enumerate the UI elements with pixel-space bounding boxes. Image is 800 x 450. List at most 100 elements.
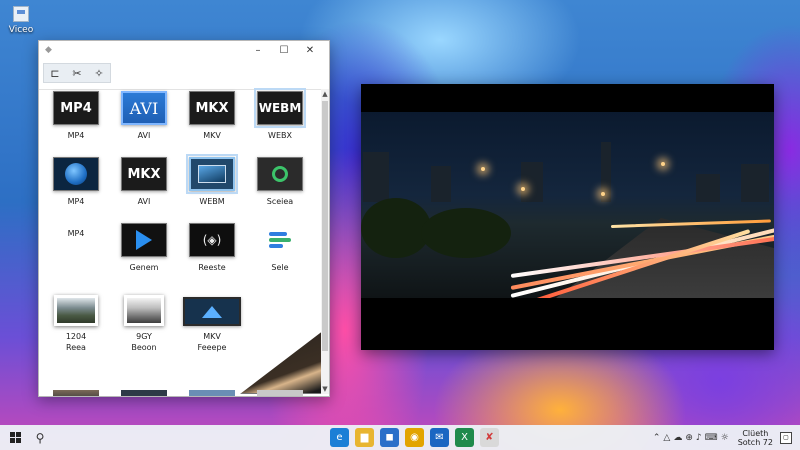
format-caption: Genem bbox=[129, 263, 159, 272]
magic-icon[interactable]: ✧ bbox=[88, 64, 110, 82]
video-editor-icon[interactable]: ✘ bbox=[480, 428, 499, 447]
partial-thumb bbox=[257, 390, 303, 396]
building bbox=[363, 152, 389, 202]
format-caption: Sceiea bbox=[266, 197, 294, 206]
globe-thumb-icon bbox=[53, 157, 99, 191]
photo-thumb-icon bbox=[54, 295, 98, 326]
partial-row bbox=[53, 390, 303, 396]
cloud-icon[interactable]: ☁ bbox=[673, 433, 682, 443]
format-caption: MKV bbox=[203, 131, 221, 140]
building bbox=[521, 162, 543, 202]
stack-thumb-icon bbox=[257, 223, 303, 257]
close-button[interactable]: ✕ bbox=[297, 41, 323, 59]
format-caption: WEBM bbox=[199, 197, 225, 206]
edge-icon[interactable]: e bbox=[330, 428, 349, 447]
format-gallery-window: ◆ – ☐ ✕ ⊏ ✂ ✧ MP4 MP4 AVI AVI MKX MKV WE… bbox=[38, 40, 330, 397]
scrollbar-thumb[interactable] bbox=[322, 101, 328, 351]
monitor-thumb-icon bbox=[186, 154, 238, 194]
format-item[interactable]: MP4 bbox=[45, 155, 107, 221]
format-thumb: MKX bbox=[121, 157, 167, 191]
format-caption: 9GY Beoon bbox=[131, 332, 157, 352]
show-hidden-icons-icon[interactable]: ⌃ bbox=[653, 433, 661, 443]
building bbox=[431, 166, 451, 202]
format-item[interactable]: Sceiea bbox=[249, 155, 311, 221]
street-lamp bbox=[661, 162, 665, 166]
window-toolbar: ⊏ ✂ ✧ bbox=[39, 61, 329, 85]
start-button[interactable] bbox=[0, 425, 30, 450]
street-lamp bbox=[521, 187, 525, 191]
gallery-scrollbar[interactable]: ▲ ▼ bbox=[321, 89, 329, 394]
mail-icon[interactable]: ✉ bbox=[430, 428, 449, 447]
chrome-icon[interactable]: ◉ bbox=[405, 428, 424, 447]
store-icon[interactable]: ◼ bbox=[380, 428, 399, 447]
format-caption: 1204 Reea bbox=[65, 332, 87, 352]
format-caption: AVI bbox=[137, 197, 151, 206]
clock-line-2: Sotch 72 bbox=[737, 437, 773, 447]
play-thumb-icon bbox=[121, 223, 167, 257]
system-tray: ⌃ △ ☁ ⊕ ♪ ⌨ ☼ Clüeth Sotch 72 ▢ bbox=[653, 425, 792, 450]
globe-icon[interactable]: ⊕ bbox=[685, 433, 693, 443]
folder-icon[interactable]: ▆ bbox=[355, 428, 374, 447]
format-caption: AVI bbox=[137, 131, 151, 140]
format-thumb: WEBM bbox=[254, 88, 306, 128]
photo-thumb-icon bbox=[124, 295, 164, 326]
app-icon: ◆ bbox=[45, 45, 52, 55]
format-caption: Reeste bbox=[198, 263, 226, 272]
maximize-button[interactable]: ☐ bbox=[271, 41, 297, 59]
street-lamp bbox=[481, 167, 485, 171]
partial-thumb bbox=[189, 390, 235, 396]
format-item[interactable]: WEBM WEBX bbox=[249, 88, 311, 155]
desktop-icon-video[interactable]: Viceo bbox=[6, 6, 36, 35]
building bbox=[696, 174, 720, 202]
keyboard-icon[interactable]: ⌨ bbox=[705, 433, 718, 443]
format-item[interactable]: MP4 bbox=[45, 221, 329, 394]
window-titlebar[interactable]: ◆ – ☐ ✕ bbox=[39, 41, 329, 59]
taskbar-apps: e ▆ ◼ ◉ ✉ X ✘ bbox=[330, 428, 499, 447]
format-item[interactable]: MKV Feeepe bbox=[181, 287, 243, 353]
video-frame bbox=[361, 112, 774, 298]
format-thumb: MP4 bbox=[53, 91, 99, 125]
network-icon[interactable]: △ bbox=[663, 433, 670, 443]
mountain-thumb-icon bbox=[183, 297, 241, 326]
format-caption: MP4 bbox=[67, 229, 85, 238]
search-icon[interactable]: ⚲ bbox=[30, 425, 50, 450]
format-caption: MP4 bbox=[67, 197, 85, 206]
format-item[interactable]: MKX AVI bbox=[113, 155, 175, 221]
format-caption: MP4 bbox=[67, 131, 85, 140]
format-item[interactable]: Genem bbox=[113, 221, 175, 287]
taskbar-clock[interactable]: Clüeth Sotch 72 bbox=[738, 429, 773, 447]
tree bbox=[361, 198, 431, 258]
partial-thumb bbox=[53, 390, 99, 396]
format-item[interactable]: MP4 MP4 bbox=[45, 89, 107, 155]
format-thumb: AVI bbox=[121, 91, 167, 125]
building bbox=[741, 164, 769, 202]
minimize-button[interactable]: – bbox=[245, 41, 271, 59]
format-item[interactable]: 1204 Reea bbox=[45, 287, 107, 353]
scroll-down-icon[interactable]: ▼ bbox=[321, 384, 329, 394]
format-item[interactable]: AVI AVI bbox=[113, 89, 175, 155]
format-caption: Sele bbox=[271, 263, 289, 272]
taskbar: ⚲ e ▆ ◼ ◉ ✉ X ✘ ⌃ △ ☁ ⊕ ♪ ⌨ ☼ Clüeth Sot… bbox=[0, 425, 800, 450]
desktop-icon-label: Viceo bbox=[8, 25, 34, 35]
video-preview-player[interactable] bbox=[361, 84, 774, 350]
excel-icon[interactable]: X bbox=[455, 428, 474, 447]
volume-icon[interactable]: ♪ bbox=[696, 433, 702, 443]
format-grid: MP4 MP4 AVI AVI MKX MKV WEBM WEBX MP4 MK… bbox=[45, 88, 329, 394]
video-file-icon bbox=[13, 6, 29, 22]
clock-line-1: Clüeth bbox=[742, 428, 769, 438]
format-caption: MKV Feeepe bbox=[197, 332, 227, 352]
format-item[interactable]: (◈) Reeste bbox=[181, 221, 243, 287]
scroll-up-icon[interactable]: ▲ bbox=[321, 89, 329, 99]
cut-icon[interactable]: ✂ bbox=[66, 64, 88, 82]
brightness-icon[interactable]: ☼ bbox=[721, 433, 729, 443]
format-item[interactable]: WEBM bbox=[181, 154, 243, 221]
reel-thumb-icon: (◈) bbox=[189, 223, 235, 257]
format-item[interactable]: MKX MKV bbox=[181, 89, 243, 155]
street-lamp bbox=[601, 192, 605, 196]
format-item[interactable]: Sele bbox=[249, 221, 311, 287]
format-item[interactable]: 9GY Beoon bbox=[113, 287, 175, 353]
crop-icon[interactable]: ⊏ bbox=[44, 64, 66, 82]
refresh-thumb-icon bbox=[257, 157, 303, 191]
notification-icon[interactable]: ▢ bbox=[780, 431, 792, 444]
windows-logo-icon bbox=[9, 432, 21, 443]
